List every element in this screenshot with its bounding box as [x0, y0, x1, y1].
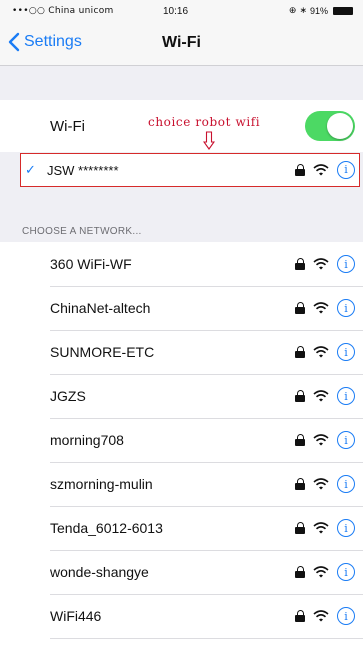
page-title: Wi-Fi — [162, 34, 201, 51]
wifi-icon — [313, 258, 329, 270]
other-network-row[interactable]: Other... — [0, 638, 363, 652]
network-name: WiFi446 — [50, 608, 102, 624]
network-icons: i — [295, 242, 355, 286]
wifi-icon — [313, 390, 329, 402]
network-name: wonde-shangye — [50, 564, 149, 580]
wifi-icon — [313, 566, 329, 578]
info-icon[interactable]: i — [337, 431, 355, 449]
battery-percent: 91% — [309, 5, 328, 16]
info-icon[interactable]: i — [337, 475, 355, 493]
info-icon[interactable]: i — [337, 387, 355, 405]
network-icons: i — [295, 594, 355, 638]
network-icons: i — [295, 550, 355, 594]
lock-icon — [295, 346, 305, 358]
network-row[interactable]: SUNMORE-ETC i — [0, 330, 363, 374]
network-row[interactable]: wonde-shangye i — [0, 550, 363, 594]
section-header: CHOOSE A NETWORK... — [22, 226, 142, 237]
network-row[interactable]: 360 WiFi-WF i — [0, 242, 363, 286]
network-icons: i — [295, 330, 355, 374]
wifi-icon — [313, 163, 329, 175]
network-list: 360 WiFi-WF i ChinaNet-altech i SUNMORE-ETC i… — [0, 242, 363, 652]
connected-network-name: JSW ******** — [47, 163, 119, 178]
network-name: 360 WiFi-WF — [50, 256, 132, 272]
checkmark-icon: ✓ — [25, 162, 36, 177]
carrier-label: •••○○ China unicom — [12, 6, 114, 16]
lock-icon — [295, 610, 305, 622]
status-bar: •••○○ China unicom 10:16 ⊕ ∗ 91% — [0, 0, 363, 22]
lock-icon — [295, 434, 305, 446]
network-name: morning708 — [50, 432, 124, 448]
lock-icon — [295, 390, 305, 402]
info-icon[interactable]: i — [337, 519, 355, 537]
network-icons: i — [295, 286, 355, 330]
network-row[interactable]: ChinaNet-altech i — [0, 286, 363, 330]
lock-icon — [295, 478, 305, 490]
wifi-icon — [313, 522, 329, 534]
network-row[interactable]: WiFi446 i — [0, 594, 363, 638]
wifi-toggle-label: Wi-Fi — [50, 118, 85, 135]
connected-network-icons: i — [295, 154, 355, 185]
network-row[interactable]: JGZS i — [0, 374, 363, 418]
wifi-icon — [313, 478, 329, 490]
info-icon[interactable]: i — [337, 299, 355, 317]
network-icons: i — [295, 418, 355, 462]
alarm-icon: ⊕ — [288, 5, 297, 15]
info-icon[interactable]: i — [337, 343, 355, 361]
wifi-icon — [313, 610, 329, 622]
network-name: szmorning-mulin — [50, 476, 153, 492]
network-name: ChinaNet-altech — [50, 300, 151, 316]
network-name: JGZS — [50, 388, 86, 404]
navigation-bar: Settings Wi-Fi — [0, 22, 363, 66]
battery-icon — [333, 6, 353, 15]
lock-icon — [295, 566, 305, 578]
network-icons: i — [295, 506, 355, 550]
toggle-knob — [327, 113, 353, 139]
network-row[interactable]: Tenda_6012-6013 i — [0, 506, 363, 550]
lock-icon — [295, 302, 305, 314]
info-icon[interactable]: i — [337, 563, 355, 581]
annotation-text: choice robot wifi — [148, 115, 261, 129]
info-icon[interactable]: i — [337, 255, 355, 273]
wifi-icon — [313, 434, 329, 446]
connected-network-row[interactable]: ✓ JSW ******** i — [20, 153, 360, 187]
info-icon[interactable]: i — [337, 607, 355, 625]
annotation-arrow-icon — [203, 131, 215, 150]
network-name: Tenda_6012-6013 — [50, 520, 163, 536]
network-icons: i — [295, 374, 355, 418]
info-icon[interactable]: i — [337, 160, 355, 179]
wifi-icon — [313, 346, 329, 358]
lock-icon — [295, 258, 305, 270]
wifi-toggle-switch[interactable] — [305, 111, 355, 141]
bluetooth-icon: ∗ — [299, 5, 307, 15]
status-right: ⊕ ∗ 91% — [289, 5, 353, 16]
network-name: SUNMORE-ETC — [50, 344, 155, 360]
network-row[interactable]: szmorning-mulin i — [0, 462, 363, 506]
network-icons: i — [295, 462, 355, 506]
lock-icon — [295, 522, 305, 534]
wifi-icon — [313, 302, 329, 314]
clock: 10:16 — [163, 6, 189, 17]
network-row[interactable]: morning708 i — [0, 418, 363, 462]
lock-icon — [295, 163, 305, 176]
